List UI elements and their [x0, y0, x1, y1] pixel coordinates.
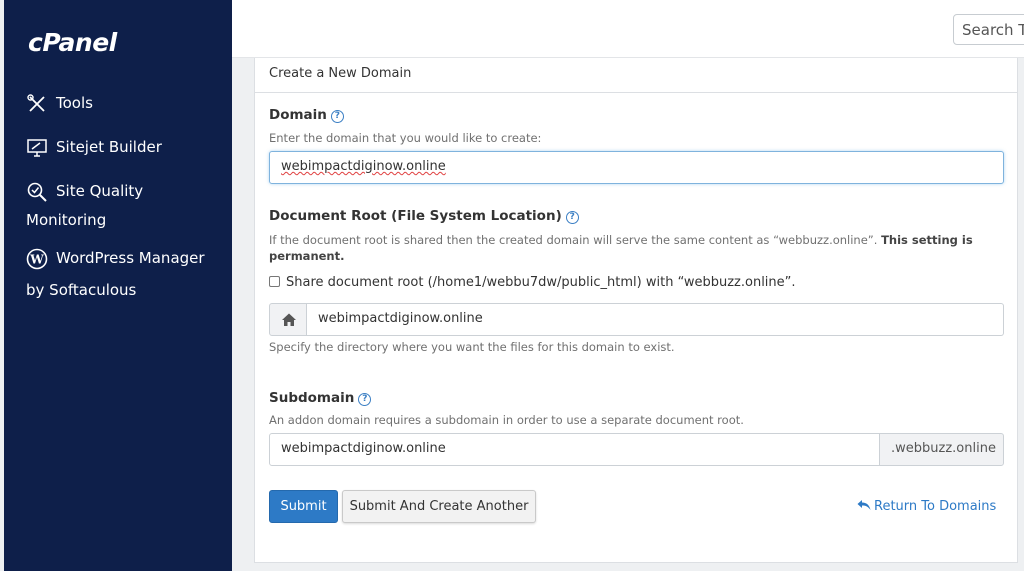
submit-button[interactable]: Submit: [269, 490, 338, 523]
domain-label-text: Domain: [269, 107, 327, 123]
docroot-label-text: Document Root (File System Location): [269, 208, 562, 224]
sidebar-item-tools[interactable]: Tools: [26, 89, 226, 118]
share-docroot-row[interactable]: Share document root (/home1/webbu7dw/pub…: [269, 275, 796, 290]
subdomain-hint: An addon domain requires a subdomain in …: [269, 413, 744, 427]
sidebar-item-site-quality[interactable]: Site Quality: [26, 177, 226, 206]
help-icon[interactable]: ?: [358, 393, 372, 406]
panel-title: Create a New Domain: [255, 58, 1017, 93]
sidebar-item-label: Site Quality: [56, 182, 144, 200]
magnifier-check-icon: [26, 181, 50, 203]
subdomain-label: Subdomain?: [269, 390, 372, 406]
return-to-domains-link[interactable]: Return To Domains: [857, 499, 996, 514]
cpanel-logo[interactable]: cPanel: [28, 28, 117, 57]
subdomain-suffix: .webbuzz.online: [879, 433, 1004, 466]
docroot-input[interactable]: webimpactdiginow.online: [307, 303, 1004, 336]
sidebar: cPanel Tools Sitejet Builder Site Qualit…: [4, 0, 232, 571]
domain-input-value: webimpactdiginow.online: [281, 159, 446, 174]
docroot-hint-bold: permanent.: [269, 249, 345, 263]
sidebar-item-wordpress[interactable]: W WordPress Manager: [26, 244, 226, 273]
home-icon: [282, 313, 296, 326]
search-input[interactable]: Search To: [953, 14, 1024, 45]
svg-text:W: W: [29, 252, 44, 266]
home-addon: [269, 303, 307, 336]
reply-arrow-icon: [857, 500, 871, 510]
wordpress-icon: W: [26, 248, 50, 270]
subdomain-label-text: Subdomain: [269, 390, 355, 406]
docroot-hint-bold: This setting is: [881, 233, 973, 247]
sidebar-item-label: Tools: [56, 94, 93, 112]
sidebar-item-label-cont[interactable]: Monitoring: [26, 206, 226, 235]
monitor-icon: [26, 137, 50, 159]
sidebar-item-sitejet[interactable]: Sitejet Builder: [26, 133, 226, 162]
docroot-help: Specify the directory where you want the…: [269, 340, 675, 354]
submit-and-create-another-button[interactable]: Submit And Create Another: [342, 490, 536, 523]
top-bar: [232, 0, 1024, 58]
share-docroot-checkbox[interactable]: [269, 276, 280, 287]
help-icon[interactable]: ?: [330, 110, 344, 123]
help-icon[interactable]: ?: [565, 211, 579, 224]
sidebar-item-label: WordPress Manager: [56, 249, 205, 267]
subdomain-input[interactable]: webimpactdiginow.online: [269, 433, 880, 466]
tools-icon: [26, 93, 50, 115]
domain-hint: Enter the domain that you would like to …: [269, 131, 542, 145]
domain-input[interactable]: webimpactdiginow.online: [269, 151, 1004, 184]
sidebar-item-label-cont[interactable]: by Softaculous: [26, 276, 226, 305]
create-domain-panel: Create a New Domain Domain? Enter the do…: [254, 58, 1018, 563]
docroot-hint-text: If the document root is shared then the …: [269, 233, 878, 247]
docroot-label: Document Root (File System Location)?: [269, 208, 579, 224]
docroot-hint: If the document root is shared then the …: [269, 232, 999, 264]
sidebar-item-label: Sitejet Builder: [56, 138, 162, 156]
share-docroot-label: Share document root (/home1/webbu7dw/pub…: [286, 275, 796, 290]
return-to-domains-label: Return To Domains: [874, 499, 997, 514]
domain-label: Domain?: [269, 107, 344, 123]
